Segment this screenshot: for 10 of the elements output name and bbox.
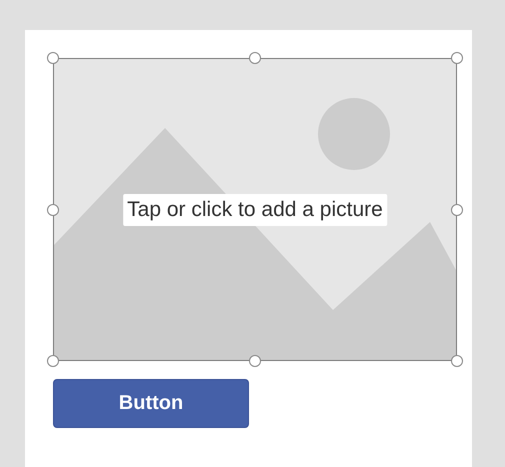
add-picture-prompt: Tap or click to add a picture	[123, 194, 387, 226]
resize-handle[interactable]	[249, 52, 261, 64]
resize-handle[interactable]	[249, 355, 261, 367]
resize-handle[interactable]	[451, 355, 463, 367]
resize-handle[interactable]	[451, 52, 463, 64]
resize-handle[interactable]	[47, 52, 59, 64]
resize-handle[interactable]	[47, 204, 59, 216]
resize-handle[interactable]	[47, 355, 59, 367]
image-control[interactable]: Tap or click to add a picture	[53, 58, 457, 361]
button[interactable]: Button	[53, 379, 249, 428]
